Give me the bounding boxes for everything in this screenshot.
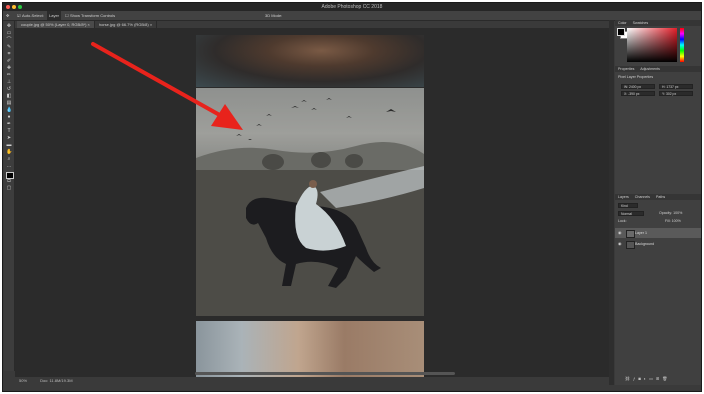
layer-thumbnail [626,230,635,238]
foreground-color-swatch-panel[interactable] [617,28,625,36]
pen-tool-icon[interactable]: ✒ [6,122,12,127]
lasso-tool-icon[interactable]: ⌒ [6,38,12,43]
move-tool-icon[interactable]: ✥ [6,11,9,20]
more-tools-icon[interactable]: … [6,164,12,169]
document-size: Doc: 11.8M/19.3M [40,378,73,383]
status-bar: 50% Doc: 11.8M/19.3M [15,377,609,385]
show-transform-checkbox[interactable]: ☐ [65,11,69,20]
tools-panel: ✥ ▭ ⌒ ✎ ⌗ ✐ ✚ ✏ ⊥ ↺ ◧ ▤ 💧 ● ✒ T ➤ ▬ ✋ ⌕ … [4,21,15,371]
visibility-eye-icon[interactable]: ◉ [618,239,622,249]
horizontal-scrollbar[interactable] [195,372,455,375]
tab-layers[interactable]: Layers [618,195,629,199]
new-group-icon[interactable]: ▭ [649,376,653,381]
app-title: Adobe Photoshop CC 2018 [321,4,383,10]
screen-mode-icon[interactable]: ▢ [6,186,12,191]
auto-select-target-dropdown[interactable]: Layer [47,11,62,20]
hue-slider[interactable] [680,28,684,62]
blend-mode-dropdown[interactable]: Normal [618,211,644,216]
clone-stamp-tool-icon[interactable]: ⊥ [6,80,12,85]
eraser-tool-icon[interactable]: ◧ [6,94,12,99]
auto-select-checkbox[interactable]: ☑ [17,11,21,20]
tab-adjustments[interactable]: Adjustments [640,67,660,71]
delete-layer-icon[interactable]: 🗑 [662,376,667,381]
color-panel-header: Color Swatches [615,20,701,26]
marquee-tool-icon[interactable]: ▭ [6,31,12,36]
lock-label: Lock: [618,219,627,223]
shoulder-image-bottom-strip [196,321,424,377]
quick-select-tool-icon[interactable]: ✎ [6,45,12,50]
layer-row-layer-1[interactable]: ◉ Layer 1 [615,228,701,238]
title-bar: Adobe Photoshop CC 2018 [3,3,701,11]
auto-select-label: Auto-Select: [22,13,44,18]
fill-field[interactable]: Fill: 100% [665,219,681,223]
zoom-tool-icon[interactable]: ⌕ [6,157,12,162]
document-tabs: couple.jpg @ 50% (Layer 0, RGB/8*) × hor… [17,21,158,28]
dodge-tool-icon[interactable]: ● [6,115,12,120]
hand-tool-icon[interactable]: ✋ [6,150,12,155]
photoshop-window: Adobe Photoshop CC 2018 ✥ ☑ Auto-Select:… [2,2,702,392]
brush-tool-icon[interactable]: ✏ [6,73,12,78]
show-transform-label: Show Transform Controls [70,13,116,18]
crop-tool-icon[interactable]: ⌗ [6,52,12,57]
eyedropper-tool-icon[interactable]: ✐ [6,59,12,64]
path-select-tool-icon[interactable]: ➤ [6,136,12,141]
panel-dock-strip [609,20,614,385]
tab-color[interactable]: Color [618,21,627,25]
layer-name: Layer 1 [635,231,647,235]
mode-3d-label: 3D Mode: [265,13,283,18]
add-mask-icon[interactable]: ◙ [638,376,640,381]
history-brush-tool-icon[interactable]: ↺ [6,87,12,92]
window-controls [6,5,22,9]
opacity-field[interactable]: Opacity: 100% [659,211,682,215]
zoom-level[interactable]: 50% [19,378,27,383]
new-layer-icon[interactable]: ⊞ [656,376,659,381]
x-field[interactable]: X: -390 px [621,91,655,96]
minimize-window-button[interactable] [12,5,16,9]
layers-panel-header: Layers Channels Paths [615,194,701,200]
y-field[interactable]: Y: 302 px [659,91,693,96]
red-arrow-annotation [91,42,243,130]
pixel-layer-properties-title: Pixel Layer Properties [618,75,654,79]
tab-swatches[interactable]: Swatches [633,21,649,25]
options-bar: ✥ ☑ Auto-Select: Layer ☐ Show Transform … [3,11,701,21]
layer-row-background[interactable]: ◉ Background [615,239,701,249]
tab-horse[interactable]: horse.jpg @ 66.7% (RGB/8) × [94,21,158,28]
blur-tool-icon[interactable]: 💧 [6,108,12,113]
width-field[interactable]: W: 2400 px [621,84,655,89]
healing-tool-icon[interactable]: ✚ [6,66,12,71]
document-canvas[interactable] [15,28,609,377]
type-tool-icon[interactable]: T [6,129,12,134]
color-field[interactable] [627,28,677,62]
shape-tool-icon[interactable]: ▬ [6,143,12,148]
visibility-eye-icon[interactable]: ◉ [618,228,622,238]
close-window-button[interactable] [6,5,10,9]
move-tool-icon[interactable]: ✥ [6,24,12,29]
quick-mask-icon[interactable]: ◘ [6,179,12,184]
layer-filter-kind[interactable]: Kind [618,203,638,208]
layer-name: Background [635,242,655,246]
tab-couple[interactable]: couple.jpg @ 50% (Layer 0, RGB/8*) × [17,21,95,28]
link-layers-icon[interactable]: ⛓ [625,376,630,381]
layers-panel-footer: ⛓ ƒ ◙ ◐ ▭ ⊞ 🗑 [625,376,667,381]
properties-panel-header: Properties Adjustments [615,66,701,72]
layer-style-icon[interactable]: ƒ [633,376,635,381]
layer-thumbnail [626,241,635,249]
gradient-tool-icon[interactable]: ▤ [6,101,12,106]
adjustment-layer-icon[interactable]: ◐ [644,376,646,381]
tab-paths[interactable]: Paths [656,195,665,199]
tab-channels[interactable]: Channels [635,195,650,199]
tab-properties[interactable]: Properties [618,67,634,71]
panels-column: Color Swatches Properties Adjustments Pi… [615,20,701,385]
zoom-window-button[interactable] [18,5,22,9]
height-field[interactable]: H: 1737 px [659,84,693,89]
